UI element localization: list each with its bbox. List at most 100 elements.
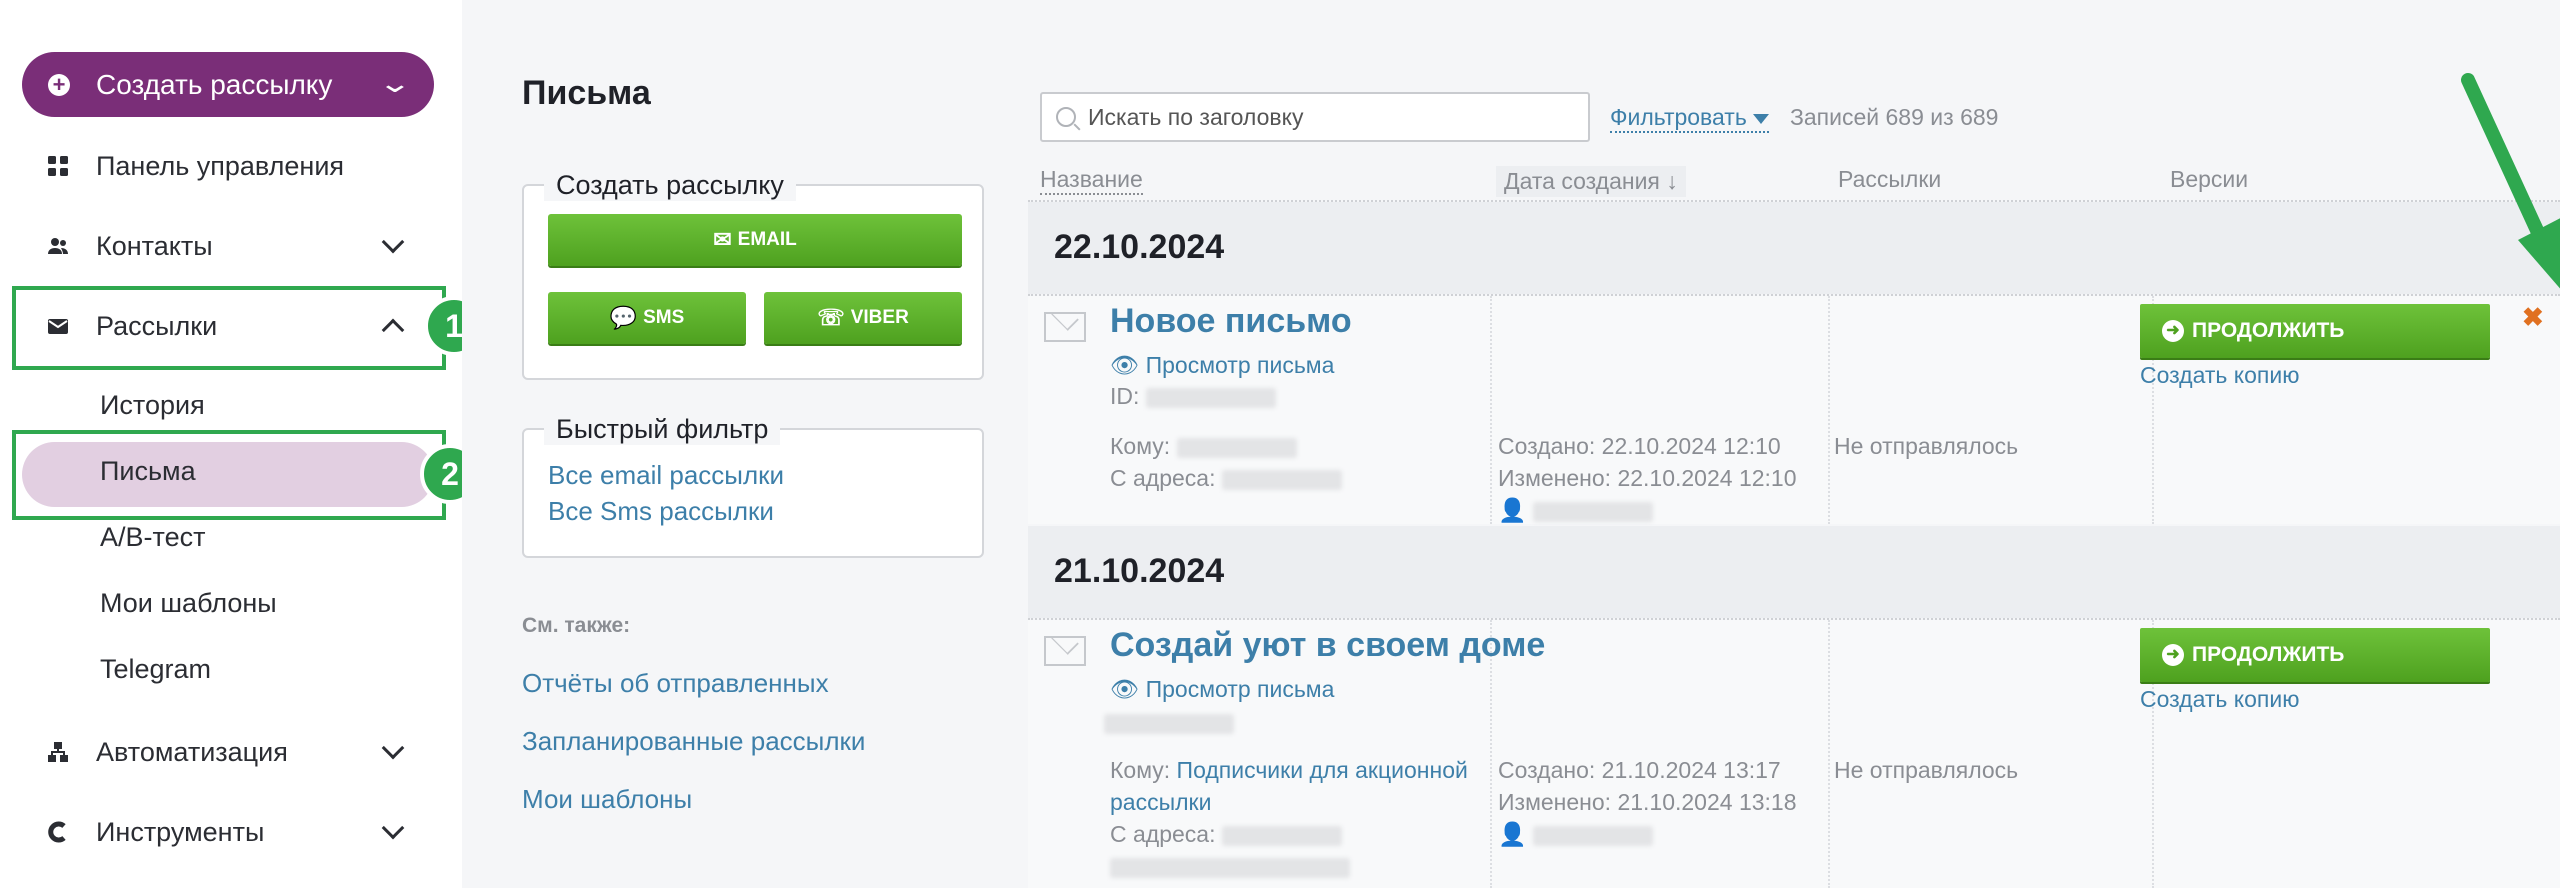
blurred-value	[1221, 469, 1342, 490]
plus-icon: +	[48, 73, 70, 96]
letter-id: ID:	[1110, 380, 1276, 412]
sidebar-item-label: Панель управления	[96, 150, 345, 181]
sidebar-item-dashboard[interactable]: Панель управления	[0, 126, 462, 206]
view-letter-link[interactable]: 👁 Просмотр письма	[1110, 352, 1334, 379]
sub-item-history[interactable]: История	[100, 390, 205, 421]
column-header-mailings: Рассылки	[1838, 166, 1942, 192]
highlight-box-1	[12, 286, 446, 370]
email-button[interactable]: ✉ EMAIL	[548, 214, 962, 266]
date-group-header: 21.10.2024	[1028, 526, 2560, 618]
chevron-down-icon	[381, 736, 405, 760]
from-label: С адреса:	[1110, 465, 1216, 491]
blurred-value	[1176, 437, 1297, 458]
chevron-down-icon: ⌄	[377, 68, 413, 98]
created-date: Создано: 22.10.2024 12:10	[1498, 433, 1781, 459]
email-label: EMAIL	[737, 229, 797, 250]
id-label: ID:	[1110, 383, 1140, 409]
group-date: 21.10.2024	[1054, 552, 1225, 590]
arrow-right-circle-icon: ➜	[2162, 320, 2184, 342]
sms-label: SMS	[643, 307, 685, 328]
mailing-status: Не отправлялось	[1834, 433, 2019, 459]
viber-button[interactable]: ☏ VIBER	[764, 292, 962, 344]
create-mailing-box: Создать рассылку ✉ EMAIL 💬 SMS ☏ VIBER	[522, 170, 984, 380]
user-icon: 👤	[1498, 821, 1527, 847]
column-separator	[1828, 620, 1830, 888]
sidebar-item-contacts[interactable]: Контакты	[0, 206, 462, 286]
sms-button[interactable]: 💬 SMS	[548, 292, 746, 344]
sub-item-ab-test[interactable]: A/B-тест	[100, 522, 205, 553]
quick-filter-legend: Быстрый фильтр	[544, 414, 781, 445]
modified-date: Изменено: 22.10.2024 12:10	[1498, 465, 1797, 491]
records-count: Записей 689 из 689	[1790, 104, 1999, 130]
middle-column: Письма Создать рассылку ✉ EMAIL 💬 SMS ☏ …	[462, 0, 1028, 888]
create-copy-link[interactable]: Создать копию	[2140, 362, 2299, 389]
column-header-name[interactable]: Название	[1040, 166, 1143, 195]
view-letter-label: Просмотр письма	[1145, 676, 1335, 702]
see-also-link-templates[interactable]: Мои шаблоны	[522, 784, 692, 815]
annotation-arrow-icon	[2461, 73, 2560, 289]
letters-list: Искать по заголовку Фильтровать Записей …	[1028, 0, 2560, 888]
envelope-icon: ✉	[713, 227, 732, 252]
blurred-value	[1221, 825, 1342, 846]
search-input[interactable]: Искать по заголовку	[1040, 92, 1590, 142]
column-separator	[1828, 296, 1830, 524]
user-icon: 👤	[1498, 497, 1527, 523]
filter-label: Фильтровать	[1610, 104, 1747, 130]
eye-icon: 👁	[1110, 676, 1146, 702]
table-row: Новое письмо 👁 Просмотр письма ID: Кому:…	[1028, 296, 2560, 524]
create-mailing-label: Создать рассылку	[96, 68, 333, 100]
continue-label: ПРОДОЛЖИТЬ	[2192, 319, 2345, 342]
sidebar: + Создать рассылку ⌄ Панель управления К…	[0, 0, 484, 888]
highlight-box-2	[12, 430, 446, 520]
column-header-versions: Версии	[2170, 166, 2249, 192]
sidebar-item-label: Контакты	[96, 230, 213, 261]
create-mailing-button[interactable]: + Создать рассылку ⌄	[22, 52, 434, 117]
continue-button[interactable]: ➜ ПРОДОЛЖИТЬ	[2140, 304, 2490, 358]
viber-icon: ☏	[817, 305, 845, 330]
letter-title[interactable]: Новое письмо	[1110, 302, 1352, 341]
sub-item-templates[interactable]: Мои шаблоны	[100, 588, 277, 619]
search-icon	[1056, 107, 1076, 127]
group-date: 22.10.2024	[1054, 228, 1225, 266]
blurred-value	[1145, 387, 1276, 408]
continue-button[interactable]: ➜ ПРОДОЛЖИТЬ	[2140, 628, 2490, 682]
filter-dropdown[interactable]: Фильтровать	[1610, 104, 1769, 133]
date-group-header: 22.10.2024	[1028, 202, 2560, 294]
sidebar-item-label: Инструменты	[96, 816, 265, 847]
envelope-icon	[1044, 312, 1086, 342]
sidebar-item-tools[interactable]: Инструменты	[0, 792, 462, 872]
see-also-link-reports[interactable]: Отчёты об отправленных	[522, 668, 829, 699]
column-header-date[interactable]: Дата создания ↓	[1496, 166, 1686, 197]
letter-dates: Создано: 21.10.2024 13:17 Изменено: 21.1…	[1498, 754, 1797, 850]
dashboard-icon	[48, 156, 68, 176]
continue-label: ПРОДОЛЖИТЬ	[2192, 643, 2345, 666]
tools-icon	[48, 821, 66, 843]
letter-dates: Создано: 22.10.2024 12:10 Изменено: 22.1…	[1498, 430, 1797, 526]
mailing-status: Не отправлялось	[1834, 757, 2019, 783]
create-box-legend: Создать рассылку	[544, 170, 796, 201]
table-row: Создай уют в своем доме 👁 Просмотр письм…	[1028, 620, 2560, 888]
created-date: Создано: 21.10.2024 13:17	[1498, 757, 1781, 783]
sidebar-item-automation[interactable]: Автоматизация	[0, 712, 462, 792]
envelope-icon	[1044, 636, 1086, 666]
caret-down-icon	[1752, 113, 1769, 124]
see-also-label: См. также:	[522, 614, 631, 637]
view-letter-link[interactable]: 👁 Просмотр письма	[1110, 676, 1334, 703]
to-value-link[interactable]: Подписчики для акционной	[1177, 757, 1468, 783]
see-also-link-scheduled[interactable]: Запланированные рассылки	[522, 726, 865, 757]
modified-date: Изменено: 21.10.2024 13:18	[1498, 789, 1797, 815]
chevron-down-icon	[381, 230, 405, 254]
filter-link-sms[interactable]: Все Sms рассылки	[548, 496, 774, 527]
blurred-value	[1110, 857, 1350, 878]
to-label: Кому:	[1110, 433, 1171, 459]
to-value-link-cont[interactable]: рассылки	[1110, 786, 1490, 818]
letter-recipients: Кому: Подписчики для акционной рассылки …	[1110, 754, 1490, 882]
chevron-down-icon	[381, 816, 405, 840]
blurred-value	[1533, 501, 1654, 522]
sub-item-telegram[interactable]: Telegram	[100, 654, 211, 685]
create-copy-link[interactable]: Создать копию	[2140, 686, 2299, 713]
letter-title[interactable]: Создай уют в своем доме	[1110, 626, 1545, 665]
arrow-right-circle-icon: ➜	[2162, 644, 2184, 666]
filter-link-email[interactable]: Все email рассылки	[548, 460, 784, 491]
blurred-value	[1533, 825, 1654, 846]
